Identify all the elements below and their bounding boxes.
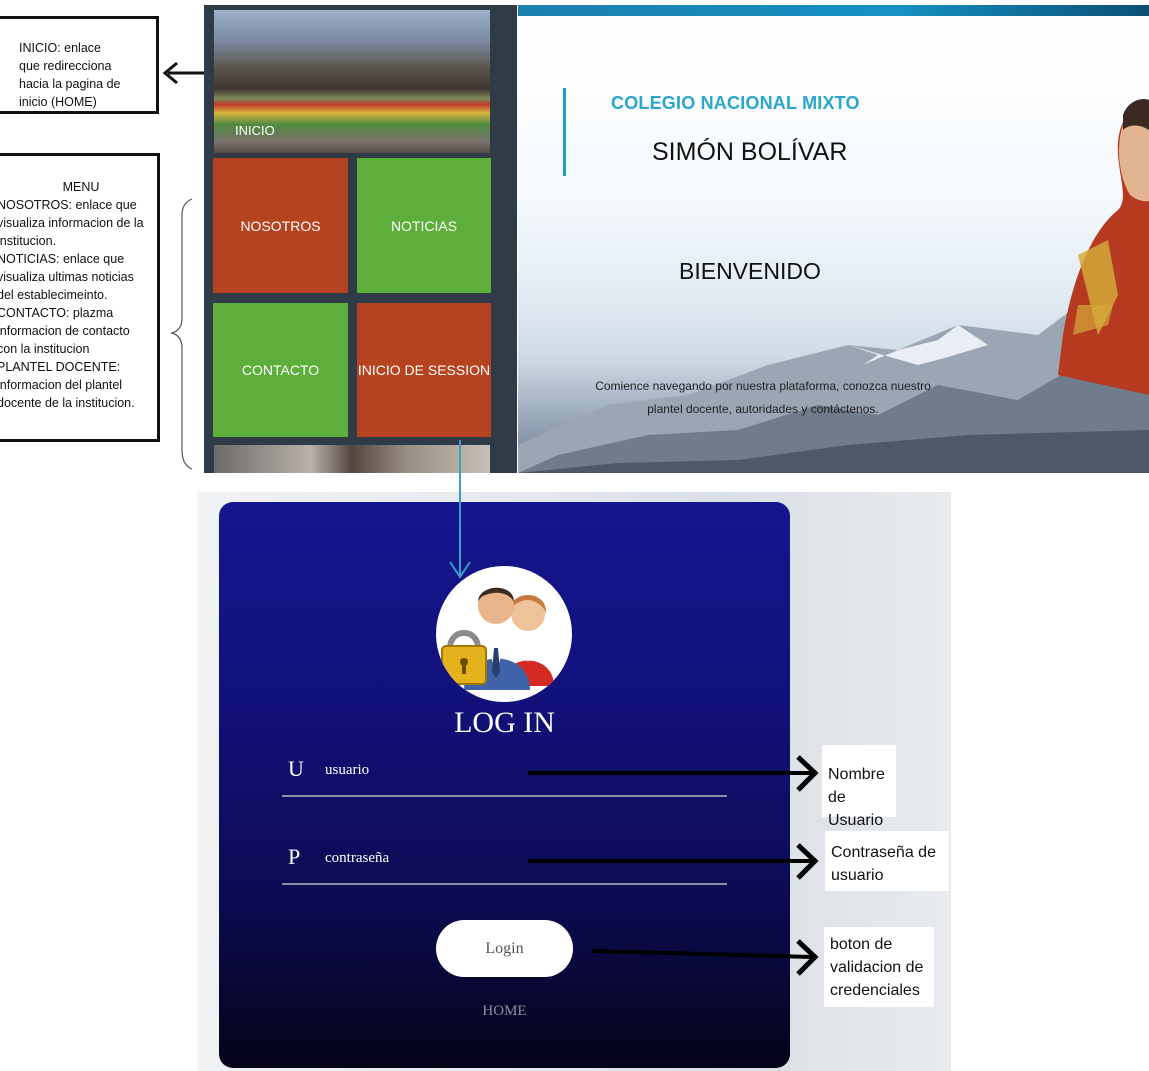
inicio-note-line: INICIO: enlace <box>19 41 101 55</box>
menu-note-line: informacion del plantel <box>0 378 123 392</box>
tile-inicio[interactable]: INICIO <box>214 10 490 153</box>
login-button[interactable]: Login <box>436 920 573 977</box>
button-note-line: credenciales <box>830 982 920 999</box>
hero-accent-line <box>563 88 566 176</box>
password-letter-icon: P <box>288 844 301 869</box>
tile-nosotros[interactable]: NOSOTROS <box>213 158 348 293</box>
tile-nosotros-label: NOSOTROS <box>240 217 321 234</box>
button-note-line: boton de <box>830 936 893 953</box>
portrait-image <box>1058 98 1149 395</box>
menu-note-line: docente de la institucion. <box>0 396 135 410</box>
tile-sesion-label: INICIO DE SESSION <box>357 362 491 378</box>
college-title: COLEGIO NACIONAL MIXTO <box>611 93 860 113</box>
inicio-annotation: INICIO: enlace que redirecciona hacia la… <box>0 16 159 114</box>
tile-noticias[interactable]: NOTICIAS <box>357 158 491 293</box>
password-note-line: usuario <box>831 867 884 884</box>
menu-note-line: NOTICIAS: enlace que <box>0 252 125 266</box>
inicio-note-line: inicio (HOME) <box>19 95 97 109</box>
connector-arrow-icon <box>449 440 471 579</box>
menu-note-title: MENU <box>62 180 100 194</box>
tile-menu-panel: INICIO NOSOTROS NOTICIAS CONTACTO INICIO… <box>204 5 517 473</box>
tile-inicio-de-sesion[interactable]: INICIO DE SESSION <box>357 303 491 437</box>
username-underline <box>282 795 727 797</box>
menu-note-line: CONTACTO: plazma <box>0 306 114 320</box>
password-input[interactable] <box>325 847 725 869</box>
username-input[interactable] <box>325 759 725 781</box>
menu-note-line: PLANTEL DOCENTE: <box>0 360 121 374</box>
menu-note-line: con la institucion <box>0 342 90 356</box>
inicio-note-line: que redirecciona <box>19 59 112 73</box>
menu-note-line: visualiza ultimas noticias <box>0 270 134 284</box>
college-name: SIMÓN BOLÍVAR <box>652 138 848 166</box>
username-annotation: Nombre de Usuario <box>822 745 896 829</box>
inicio-pointer-arrow-icon <box>162 61 204 85</box>
menu-brace-icon <box>169 198 193 470</box>
welcome-hero: COLEGIO NACIONAL MIXTO SIMÓN BOLÍVAR BIE… <box>518 5 1149 473</box>
button-annotation: boton de validacion de credenciales <box>824 927 934 1007</box>
login-title: LOG IN <box>454 706 555 739</box>
welcome-description-line: Comience navegando por nuestra plataform… <box>595 379 931 393</box>
welcome-description: Comience navegando por nuestra plataform… <box>578 375 948 421</box>
username-letter-icon: U <box>288 756 304 781</box>
hero-top-bar <box>518 5 1149 16</box>
tile-contacto[interactable]: CONTACTO <box>213 303 348 437</box>
tile-inicio-label: INICIO <box>235 123 275 138</box>
welcome-heading: BIENVENIDO <box>679 258 821 284</box>
password-underline <box>282 883 727 885</box>
menu-note-line: informacion de contacto <box>0 324 130 338</box>
home-link[interactable]: HOME <box>219 1003 790 1020</box>
menu-note-line: del establecimeinto. <box>0 288 108 302</box>
tile-contacto-label: CONTACTO <box>241 362 320 378</box>
tile-noticias-label: NOTICIAS <box>390 217 458 234</box>
password-note-line: Contraseña de <box>831 844 936 861</box>
menu-note-line: NOSOTROS: enlace que <box>0 198 137 212</box>
menu-note-line: institucion. <box>0 234 57 248</box>
menu-annotation: MENU NOSOTROS: enlace que visualiza info… <box>0 153 160 442</box>
password-annotation: Contraseña de usuario <box>825 831 949 891</box>
welcome-description-line: plantel docente, autoridades y contácten… <box>647 402 879 416</box>
username-note-line: Usuario <box>828 812 884 829</box>
button-note-line: validacion de <box>830 959 924 976</box>
inicio-note-line: hacia la pagina de <box>19 77 121 91</box>
username-note-line: Nombre de <box>828 766 885 806</box>
users-lock-icon <box>436 566 572 702</box>
menu-note-line: visualiza informacion de la <box>0 216 144 230</box>
